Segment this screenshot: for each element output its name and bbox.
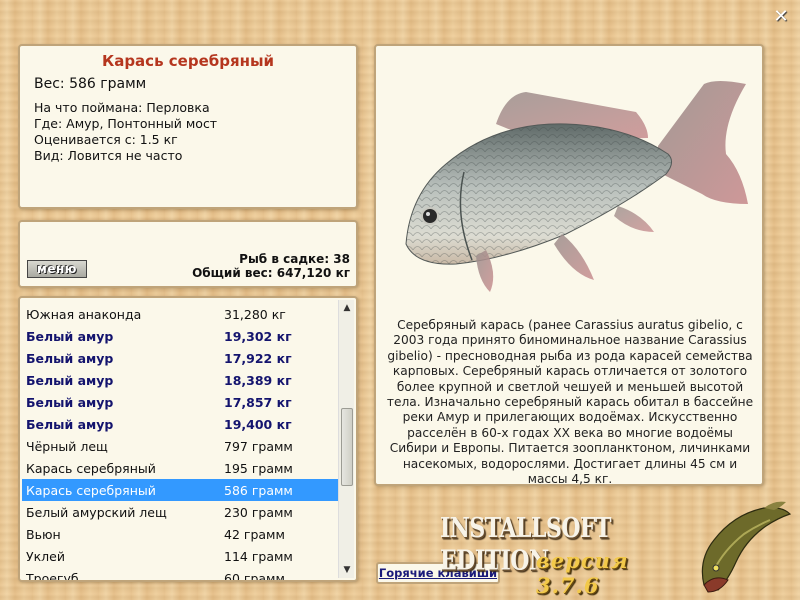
menu-button[interactable]: меню — [27, 260, 87, 278]
brand-version: версия 3.7.6 — [536, 548, 629, 598]
list-item[interactable]: Белый амур 19,400 кг — [22, 413, 342, 435]
list-item-name: Южная анаконда — [26, 306, 142, 322]
list-item-name: Чёрный лещ — [26, 438, 108, 454]
list-item-weight: 17,922 кг — [224, 350, 292, 366]
list-item[interactable]: Вьюн 42 грамм — [22, 523, 342, 545]
list-item-weight: 17,857 кг — [224, 394, 292, 410]
catch-list[interactable]: Южная анаконда 31,280 кг Белый амур 19,302 … — [18, 296, 358, 582]
list-item[interactable]: Белый амур 19,302 кг — [22, 325, 342, 347]
fish-picture-panel: Серебряный карась (ранее Carassius aurat… — [374, 44, 764, 486]
list-item-weight: 19,302 кг — [224, 328, 292, 344]
list-item-weight: 18,389 кг — [224, 372, 292, 388]
list-item[interactable]: Белый амурский лещ 230 грамм — [22, 501, 342, 523]
scroll-up-icon[interactable]: ▲ — [339, 300, 355, 316]
scrollbar-thumb[interactable] — [341, 408, 353, 486]
pike-icon — [701, 501, 792, 593]
list-item-weight: 42 грамм — [224, 526, 285, 542]
list-item-weight: 586 грамм — [224, 482, 293, 498]
fish-valued: Оценивается с: 1.5 кг — [34, 132, 178, 147]
close-icon[interactable]: ✕ — [772, 8, 790, 26]
fish-location: Где: Амур, Понтонный мост — [34, 116, 218, 131]
list-item-name: Вьюн — [26, 526, 61, 542]
list-item-weight: 31,280 кг — [224, 306, 286, 322]
list-item-name: Белый амур — [26, 416, 114, 432]
list-item[interactable]: Белый амур 18,389 кг — [22, 369, 342, 391]
fish-weight: Вес: 586 грамм — [34, 76, 147, 92]
total-weight: Общий вес: 647,120 кг — [192, 266, 350, 280]
list-item-weight: 114 грамм — [224, 548, 293, 564]
list-item-weight: 60 грамм — [224, 570, 285, 582]
fish-title: Карась серебряный — [101, 52, 275, 70]
fish-view: Вид: Ловится не часто — [34, 148, 183, 163]
fish-description: Серебряный карась (ранее Carassius aurat… — [386, 318, 754, 487]
list-item-name: Карась серебряный — [26, 482, 156, 498]
summary-panel: меню Рыб в садке: 38 Общий вес: 647,120 … — [18, 220, 358, 288]
list-item-weight: 19,400 кг — [224, 416, 292, 432]
list-item-name: Белый амурский лещ — [26, 504, 167, 520]
list-item-weight: 797 грамм — [224, 438, 293, 454]
list-item[interactable]: Карась серебряный 586 грамм — [22, 479, 342, 501]
list-item-name: Белый амур — [26, 350, 114, 366]
list-item-name: Белый амур — [26, 372, 114, 388]
list-item[interactable]: Белый амур 17,922 кг — [22, 347, 342, 369]
list-item-name: Белый амур — [26, 328, 114, 344]
list-item-name: Троегуб — [26, 570, 79, 582]
list-item[interactable]: Белый амур 17,857 кг — [22, 391, 342, 413]
list-item-name: Белый амур — [26, 394, 114, 410]
list-item[interactable]: Троегуб 60 грамм — [22, 567, 342, 582]
scrollbar[interactable]: ▲ ▼ — [338, 300, 354, 578]
scroll-down-icon[interactable]: ▼ — [339, 562, 355, 578]
list-item-name: Уклей — [26, 548, 65, 564]
fish-bait: На что поймана: Перловка — [34, 100, 210, 115]
brand-logo: INSTALLSOFT EDITION версия 3.7.6 — [440, 512, 690, 598]
list-item-weight: 195 грамм — [224, 460, 293, 476]
fish-count: Рыб в садке: 38 — [239, 252, 350, 266]
list-item[interactable]: Южная анаконда 31,280 кг — [22, 303, 342, 325]
fish-image — [405, 81, 748, 292]
fish-details: На что поймана: Перловка Где: Амур, Понт… — [34, 100, 356, 164]
list-item[interactable]: Чёрный лещ 797 грамм — [22, 435, 342, 457]
catch-list-rows: Южная анаконда 31,280 кг Белый амур 19,302 … — [22, 303, 342, 582]
list-item[interactable]: Уклей 114 грамм — [22, 545, 342, 567]
fish-info-panel: Карась серебряный Вес: 586 грамм На что … — [18, 44, 358, 209]
list-item-weight: 230 грамм — [224, 504, 293, 520]
list-item-name: Карась серебряный — [26, 460, 156, 476]
list-item[interactable]: Карась серебряный 195 грамм — [22, 457, 342, 479]
catch-summary: Рыб в садке: 38 Общий вес: 647,120 кг — [192, 252, 350, 280]
